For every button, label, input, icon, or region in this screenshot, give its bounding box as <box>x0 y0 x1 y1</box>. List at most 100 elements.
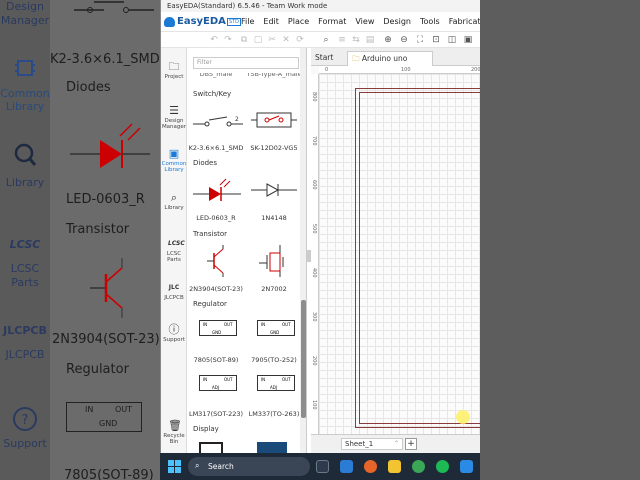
filter-input[interactable]: Filter <box>193 57 299 69</box>
backdrop-label: Library <box>5 100 45 113</box>
adj-regulator-symbol[interactable]: IN OUT ADJ <box>257 375 295 391</box>
windows-start-button[interactable] <box>168 460 181 473</box>
widgets-icon[interactable] <box>316 460 329 473</box>
easyeda-taskbar-icon[interactable] <box>460 460 473 473</box>
regulator-symbol[interactable]: IN OUT GND <box>257 320 295 336</box>
mail-icon[interactable] <box>340 460 353 473</box>
menu-place[interactable]: Place <box>288 17 309 26</box>
undo-icon[interactable]: ↶ <box>209 35 219 45</box>
category-diodes[interactable]: Diodes <box>193 159 217 167</box>
led-symbol[interactable] <box>193 178 241 204</box>
menu-design[interactable]: Design <box>383 17 411 26</box>
nav-project[interactable]: 🗀 Project <box>161 60 187 81</box>
ruler-mark: 300 <box>311 312 317 322</box>
document-tabs: Start 🗀 Arduino uno <box>311 48 480 66</box>
mosfet-symbol[interactable] <box>259 245 289 277</box>
lcd-display-symbol[interactable] <box>257 442 287 453</box>
nav-support[interactable]: ⓘ Support <box>161 323 187 344</box>
zoom-out-icon[interactable]: ⊖ <box>399 35 409 45</box>
fit-view-icon[interactable]: ⛶ <box>415 35 425 45</box>
toolbar: ↶ ↷ ⧉ ▢ ✂ ✕ ⟳ ⌕ ≡ ⇆ ▤ ⊕ ⊖ ⛶ ⊡ ◫ ▣ <box>161 32 480 48</box>
rotate-icon[interactable]: ⟳ <box>295 35 305 45</box>
category-regulator[interactable]: Regulator <box>193 300 227 308</box>
spotify-icon[interactable] <box>436 460 449 473</box>
tab-arduino-uno[interactable]: 🗀 Arduino uno <box>347 51 433 66</box>
component-label[interactable]: 7805(SOT-89) <box>187 356 245 364</box>
common-library-panel: Filter DBS_male TSB-Type-A_male Switch/K… <box>187 48 307 453</box>
nav-common-library[interactable]: ▣ Common Library <box>161 148 187 174</box>
diode-symbol[interactable] <box>251 182 297 198</box>
component-label[interactable]: 2N3904(SOT-23) <box>187 285 245 293</box>
backdrop-label: 7805(SOT-89) <box>64 468 154 480</box>
app-logo[interactable]: EasyEDA STD <box>161 16 241 27</box>
nav-lcsc-parts[interactable]: LCSC LCSC Parts <box>161 238 187 263</box>
taskbar-search[interactable]: Search <box>188 457 310 476</box>
component-label[interactable]: 1N4148 <box>245 214 303 222</box>
display-symbol[interactable] <box>199 442 223 453</box>
component-label[interactable]: LM337(TO-263) <box>245 410 303 418</box>
component-label[interactable]: LED-0603_R <box>187 214 245 222</box>
panel-scrollbar[interactable] <box>300 48 306 453</box>
ruler-mark: 200 <box>311 356 317 366</box>
component-cutoff[interactable]: DBS_male <box>187 73 245 79</box>
backdrop-led-symbol <box>70 122 150 186</box>
backdrop-switch-symbol <box>54 0 154 18</box>
category-display[interactable]: Display <box>193 425 219 433</box>
nav-recycle-bin[interactable]: 🗑 Recycle Bin <box>161 420 187 446</box>
folder-icon: 🗀 <box>168 60 180 73</box>
regulator-symbol[interactable]: IN OUT GND <box>199 320 237 336</box>
npn-transistor-symbol[interactable] <box>207 245 227 277</box>
panel-scrollbar-thumb[interactable] <box>301 300 306 418</box>
paste-icon[interactable]: ▢ <box>253 35 263 45</box>
zoom-in-icon[interactable]: ⊕ <box>383 35 393 45</box>
switch-symbol[interactable]: 2 <box>193 114 243 128</box>
sheet-tab[interactable]: Sheet_1 ⌃ <box>341 438 403 450</box>
group-icon[interactable]: ▤ <box>365 35 375 45</box>
component-label[interactable]: SK-12D02-VG5 <box>245 144 303 152</box>
ruler-mark: 500 <box>311 224 317 234</box>
cut-icon[interactable]: ✂ <box>267 35 277 45</box>
sheet-bar: Sheet_1 ⌃ + <box>311 434 480 453</box>
menu-view[interactable]: View <box>355 17 374 26</box>
file-explorer-icon[interactable] <box>388 460 401 473</box>
menu-format[interactable]: Format <box>318 17 346 26</box>
menu-edit[interactable]: Edit <box>263 17 279 26</box>
backdrop-left: Design Manager Common Library Library LC… <box>0 0 160 480</box>
component-label[interactable]: K2-3.6×6.1_SMD <box>187 144 245 152</box>
list-icon: ☰ <box>169 104 179 117</box>
align-icon[interactable]: ≡ <box>337 35 347 45</box>
delete-icon[interactable]: ✕ <box>281 35 291 45</box>
zoom-area-icon[interactable]: ⊡ <box>431 35 441 45</box>
slide-switch-symbol[interactable] <box>251 110 297 130</box>
schematic-icon[interactable]: ◫ <box>447 35 457 45</box>
tab-start[interactable]: Start <box>311 51 337 66</box>
component-label[interactable]: 7905(TO-252) <box>245 356 303 364</box>
copy-icon[interactable]: ⧉ <box>239 35 249 45</box>
search-icon: ⌕ <box>195 461 200 470</box>
backdrop-label: K2-3.6×6.1_SMD <box>50 52 160 67</box>
nav-library[interactable]: ⌕ Library <box>161 192 187 212</box>
redo-icon[interactable]: ↷ <box>223 35 233 45</box>
save-icon[interactable]: ▣ <box>463 35 473 45</box>
menu-file[interactable]: File <box>241 17 254 26</box>
adj-regulator-symbol[interactable]: IN OUT ADJ <box>199 375 237 391</box>
backdrop-label: LED-0603_R <box>66 192 145 207</box>
cursor-highlight <box>456 410 470 424</box>
svg-text:?: ? <box>22 413 29 428</box>
menu-tools[interactable]: Tools <box>420 17 440 26</box>
component-label[interactable]: LM317(SOT-223) <box>187 410 245 418</box>
menu-fabrication[interactable]: Fabrication <box>449 17 480 26</box>
help-icon: ⓘ <box>168 323 180 336</box>
ruler-top: 0 100 200 <box>319 66 480 74</box>
nav-jlcpcb[interactable]: JLC JLCPCB <box>161 282 187 301</box>
category-switch[interactable]: Switch/Key <box>193 90 231 98</box>
firefox-icon[interactable] <box>364 460 377 473</box>
component-label[interactable]: 2N7002 <box>245 285 303 293</box>
chrome-icon[interactable] <box>412 460 425 473</box>
flip-icon[interactable]: ⇆ <box>351 35 361 45</box>
search-icon[interactable]: ⌕ <box>321 35 331 45</box>
category-transistor[interactable]: Transistor <box>193 230 227 238</box>
add-sheet-button[interactable]: + <box>405 438 417 450</box>
component-cutoff[interactable]: TSB-Type-A_male <box>245 73 303 79</box>
nav-design-manager[interactable]: ☰ Design Manager <box>161 104 187 131</box>
